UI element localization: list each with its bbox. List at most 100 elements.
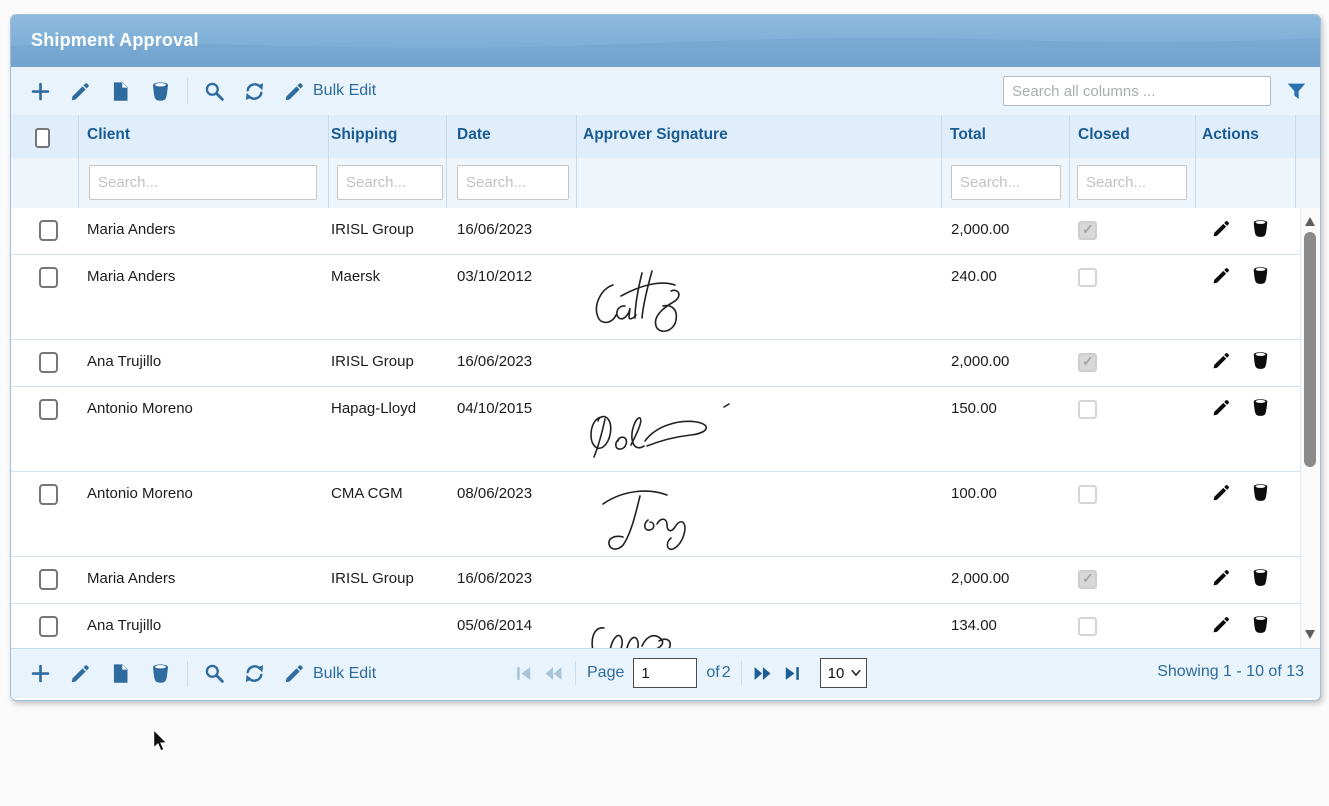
filter-closed-input[interactable] bbox=[1077, 165, 1187, 200]
edit-row-icon[interactable] bbox=[1212, 266, 1231, 285]
scroll-up-icon[interactable] bbox=[1305, 217, 1315, 226]
delete-row-icon[interactable] bbox=[1251, 568, 1270, 587]
closed-checkbox bbox=[1078, 400, 1097, 419]
edit-row-icon[interactable] bbox=[1212, 568, 1231, 587]
delete-row-icon[interactable] bbox=[1251, 483, 1270, 502]
page-size-select[interactable]: 10 bbox=[820, 658, 867, 688]
row-checkbox[interactable] bbox=[39, 267, 58, 288]
cell-shipping: CMA CGM bbox=[331, 485, 403, 502]
select-all-checkbox[interactable] bbox=[35, 128, 50, 148]
cell-shipping: IRISL Group bbox=[331, 570, 414, 587]
edit-row-icon[interactable] bbox=[1212, 219, 1231, 238]
table-row[interactable]: Ana Trujillo 05/06/2014 134.00 bbox=[11, 604, 1320, 648]
mouse-cursor bbox=[152, 729, 169, 753]
row-checkbox[interactable] bbox=[39, 352, 58, 373]
signature-image bbox=[585, 480, 695, 554]
cell-total: 134.00 bbox=[951, 617, 997, 634]
column-header-signature[interactable]: Approver Signature bbox=[583, 126, 728, 144]
pager-controls: Page of 2 10 bbox=[514, 648, 867, 698]
filter-icon[interactable] bbox=[1286, 81, 1307, 102]
column-divider bbox=[1069, 115, 1070, 208]
bulk-edit-button[interactable]: Bulk Edit bbox=[284, 663, 376, 684]
add-icon[interactable] bbox=[30, 81, 51, 102]
cell-client: Ana Trujillo bbox=[87, 617, 161, 634]
closed-checkbox bbox=[1078, 485, 1097, 504]
edit-icon[interactable] bbox=[70, 81, 91, 102]
row-checkbox[interactable] bbox=[39, 616, 58, 637]
table-row[interactable]: Maria Anders Maersk 03/10/2012 240.00 bbox=[11, 255, 1320, 340]
edit-row-icon[interactable] bbox=[1212, 483, 1231, 502]
table-row[interactable]: Antonio Moreno CMA CGM 08/06/2023 100.00 bbox=[11, 472, 1320, 557]
page-size-value: 10 bbox=[828, 665, 845, 682]
cell-shipping: IRISL Group bbox=[331, 221, 414, 238]
delete-row-icon[interactable] bbox=[1251, 266, 1270, 285]
column-header-actions: Actions bbox=[1202, 126, 1259, 144]
cell-date: 05/06/2014 bbox=[457, 617, 532, 634]
row-checkbox[interactable] bbox=[39, 569, 58, 590]
filter-total-input[interactable] bbox=[951, 165, 1061, 200]
first-page-icon[interactable] bbox=[514, 664, 533, 683]
next-page-icon[interactable] bbox=[753, 664, 772, 683]
table-row[interactable]: Antonio Moreno Hapag-Lloyd 04/10/2015 15… bbox=[11, 387, 1320, 472]
cell-total: 2,000.00 bbox=[951, 353, 1009, 370]
cell-client: Maria Anders bbox=[87, 221, 175, 238]
bulk-edit-button[interactable]: Bulk Edit bbox=[284, 81, 376, 102]
column-divider bbox=[1195, 115, 1196, 208]
row-checkbox[interactable] bbox=[39, 399, 58, 420]
column-header-client[interactable]: Client bbox=[87, 126, 130, 144]
refresh-icon[interactable] bbox=[244, 81, 265, 102]
delete-row-icon[interactable] bbox=[1251, 398, 1270, 417]
cell-client: Maria Anders bbox=[87, 268, 175, 285]
filter-shipping-input[interactable] bbox=[337, 165, 443, 200]
table-row[interactable]: Maria Anders IRISL Group 16/06/2023 2,00… bbox=[11, 208, 1320, 255]
scroll-down-icon[interactable] bbox=[1305, 630, 1315, 639]
cell-date: 16/06/2023 bbox=[457, 221, 532, 238]
closed-checkbox bbox=[1078, 617, 1097, 636]
delete-icon[interactable] bbox=[150, 663, 171, 684]
cell-total: 150.00 bbox=[951, 400, 997, 417]
add-icon[interactable] bbox=[30, 663, 51, 684]
closed-checkbox bbox=[1078, 570, 1097, 589]
edit-row-icon[interactable] bbox=[1212, 615, 1231, 634]
pager-divider bbox=[741, 661, 742, 685]
delete-row-icon[interactable] bbox=[1251, 219, 1270, 238]
edit-row-icon[interactable] bbox=[1212, 398, 1231, 417]
copy-icon[interactable] bbox=[110, 81, 131, 102]
cell-total: 2,000.00 bbox=[951, 221, 1009, 238]
column-divider bbox=[941, 115, 942, 208]
copy-icon[interactable] bbox=[110, 663, 131, 684]
cell-shipping: Maersk bbox=[331, 268, 380, 285]
delete-row-icon[interactable] bbox=[1251, 351, 1270, 370]
search-icon[interactable] bbox=[204, 81, 225, 102]
global-search-input[interactable] bbox=[1003, 76, 1271, 106]
prev-page-icon[interactable] bbox=[544, 664, 563, 683]
edit-row-icon[interactable] bbox=[1212, 351, 1231, 370]
row-checkbox[interactable] bbox=[39, 220, 58, 241]
column-header-total[interactable]: Total bbox=[950, 126, 986, 144]
edit-icon[interactable] bbox=[70, 663, 91, 684]
column-header-shipping[interactable]: Shipping bbox=[331, 126, 397, 144]
search-icon[interactable] bbox=[204, 663, 225, 684]
bulk-edit-label: Bulk Edit bbox=[313, 82, 376, 100]
cell-client: Antonio Moreno bbox=[87, 485, 193, 502]
scrollbar-thumb[interactable] bbox=[1304, 232, 1316, 467]
vertical-scrollbar[interactable] bbox=[1300, 208, 1320, 648]
filter-date-input[interactable] bbox=[457, 165, 569, 200]
page-number-input[interactable] bbox=[633, 658, 697, 688]
delete-icon[interactable] bbox=[150, 81, 171, 102]
column-header-closed[interactable]: Closed bbox=[1078, 126, 1130, 144]
row-checkbox[interactable] bbox=[39, 484, 58, 505]
filter-client-input[interactable] bbox=[89, 165, 317, 200]
refresh-icon[interactable] bbox=[244, 663, 265, 684]
signature-image bbox=[585, 261, 705, 337]
table-row[interactable]: Maria Anders IRISL Group 16/06/2023 2,00… bbox=[11, 557, 1320, 604]
toolbar-divider bbox=[187, 661, 188, 687]
screen: Shipment Approval Bulk Edit Client Sh bbox=[0, 0, 1329, 806]
table-row[interactable]: Ana Trujillo IRISL Group 16/06/2023 2,00… bbox=[11, 340, 1320, 387]
column-header-date[interactable]: Date bbox=[457, 126, 491, 144]
last-page-icon[interactable] bbox=[783, 664, 802, 683]
closed-checkbox bbox=[1078, 353, 1097, 372]
bulk-edit-icon bbox=[284, 663, 305, 684]
toolbar-right bbox=[1003, 76, 1320, 106]
delete-row-icon[interactable] bbox=[1251, 615, 1270, 634]
